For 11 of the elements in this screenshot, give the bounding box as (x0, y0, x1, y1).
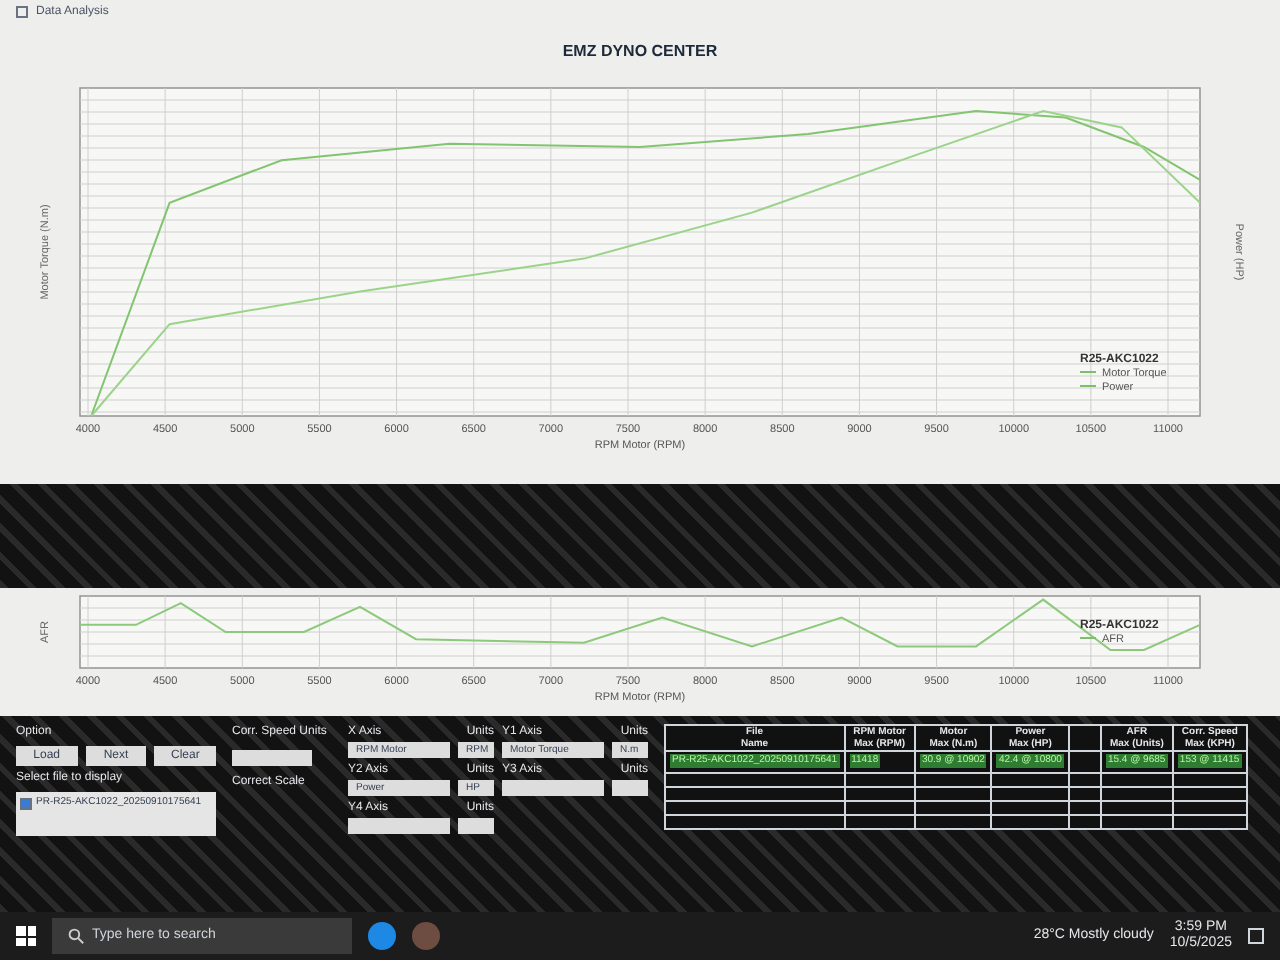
windows-start-icon[interactable] (16, 926, 36, 946)
chart-title: EMZ DYNO CENTER (562, 42, 718, 60)
window-icon (16, 6, 28, 18)
search-icon (68, 928, 84, 944)
app-icon[interactable] (412, 922, 440, 950)
legend-line (1079, 385, 1097, 387)
browser-icon[interactable] (368, 922, 396, 950)
legend-line (1079, 371, 1097, 373)
legend-line (1079, 637, 1097, 639)
notification-icon[interactable] (1248, 928, 1264, 944)
checkbox[interactable] (20, 797, 32, 810)
